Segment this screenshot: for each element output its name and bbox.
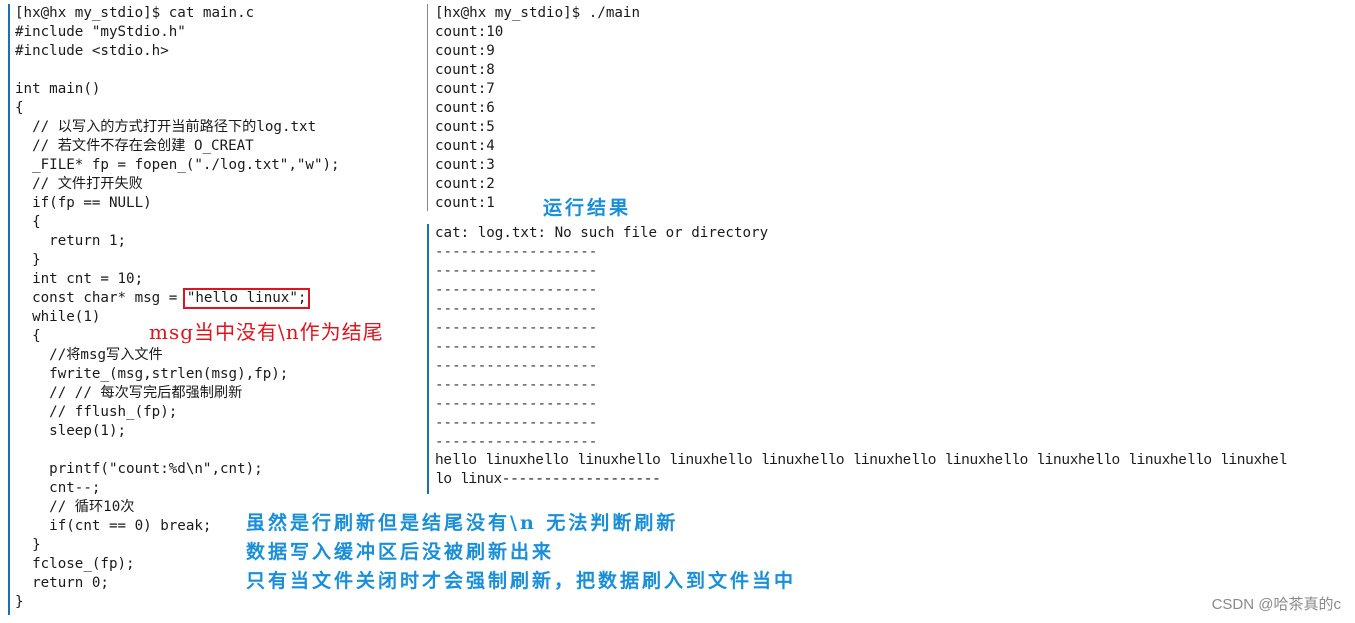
- code-line: int cnt = 10;: [15, 271, 144, 287]
- code-msg-prefix: const char* msg =: [15, 290, 186, 306]
- code-line: // // 每次写完后都强制刷新: [15, 385, 243, 401]
- count-output-line: count:3: [435, 157, 495, 173]
- code-line: return 1;: [15, 233, 127, 249]
- explanation-line-2: 数据写入缓冲区后没被刷新出来: [246, 541, 555, 563]
- count-output-line: count:1: [435, 195, 495, 211]
- count-output-line: count:9: [435, 43, 495, 59]
- csdn-watermark: CSDN @哈茶真的c: [1211, 596, 1341, 613]
- code-line: printf("count:%d\n",cnt);: [15, 461, 263, 477]
- cat-log-panel: cat: log.txt: No such file or directory …: [427, 224, 1355, 494]
- dash-line: -------------------: [435, 377, 598, 393]
- run-result-annotation: 运行结果: [543, 197, 632, 219]
- dash-line: -------------------: [435, 282, 598, 298]
- dash-lines: ------------------- ------------------- --…: [435, 243, 1355, 452]
- file-content-line-1: hello linuxhello linuxhello linuxhello l…: [435, 453, 1287, 469]
- count-output-line: count:8: [435, 62, 495, 78]
- code-line: //将msg写入文件: [15, 347, 163, 363]
- code-line: int main(): [15, 81, 101, 97]
- code-line: #include <stdio.h>: [15, 43, 169, 59]
- code-line: {: [15, 214, 41, 230]
- code-line: }: [15, 594, 24, 610]
- dash-line: -------------------: [435, 415, 598, 431]
- highlighted-msg-string: "hello linux";: [182, 288, 311, 309]
- code-line: // fflush_(fp);: [15, 404, 178, 420]
- count-output-line: count:6: [435, 100, 495, 116]
- code-line: cnt--;: [15, 480, 101, 496]
- count-output-line: count:5: [435, 119, 495, 135]
- code-line: sleep(1);: [15, 423, 127, 439]
- msg-annotation: msg当中没有\n作为结尾: [149, 320, 384, 344]
- count-output-line: count:7: [435, 81, 495, 97]
- shell-prompt-run-main: [hx@hx my_stdio]$ ./main: [435, 5, 640, 21]
- code-line: // 以写入的方式打开当前路径下的log.txt: [15, 119, 317, 135]
- shell-prompt-cat-main: [hx@hx my_stdio]$ cat main.c: [15, 5, 255, 21]
- run-output-panel: [hx@hx my_stdio]$ ./main count:10 count:9…: [427, 4, 867, 211]
- dash-line: -------------------: [435, 320, 598, 336]
- run-output-lines: count:10 count:9 count:8 count:7 count:6 coun…: [435, 23, 867, 213]
- dash-line: -------------------: [435, 263, 598, 279]
- count-output-line: count:2: [435, 176, 495, 192]
- explanation-line-1: 虽然是行刷新但是结尾没有\n 无法判断刷新: [246, 512, 679, 534]
- dash-line: -------------------: [435, 244, 598, 260]
- code-line: fwrite_(msg,strlen(msg),fp);: [15, 366, 289, 382]
- code-line: #include "myStdio.h": [15, 24, 186, 40]
- dash-line: -------------------: [435, 301, 598, 317]
- code-line: _FILE* fp = fopen_("./log.txt","w");: [15, 157, 340, 173]
- code-line: // 若文件不存在会创建 O_CREAT: [15, 138, 254, 154]
- code-line-msg: const char* msg = "hello linux";: [15, 288, 428, 309]
- code-line: if(fp == NULL): [15, 195, 152, 211]
- code-line: {: [15, 100, 24, 116]
- count-output-line: count:4: [435, 138, 495, 154]
- code-lines-before: #include "myStdio.h" #include <stdio.h> in…: [15, 23, 428, 289]
- cat-error-message: cat: log.txt: No such file or directory: [435, 225, 769, 241]
- dash-line: -------------------: [435, 358, 598, 374]
- file-content-line-2: lo linux-------------------: [435, 472, 661, 488]
- explanation-line-3: 只有当文件关闭时才会强制刷新，把数据刷入到文件当中: [246, 570, 797, 592]
- code-line: // 文件打开失败: [15, 176, 143, 192]
- dash-line: -------------------: [435, 339, 598, 355]
- code-line: }: [15, 252, 41, 268]
- dash-line: -------------------: [435, 396, 598, 412]
- dash-line: -------------------: [435, 434, 598, 450]
- count-output-line: count:10: [435, 24, 504, 40]
